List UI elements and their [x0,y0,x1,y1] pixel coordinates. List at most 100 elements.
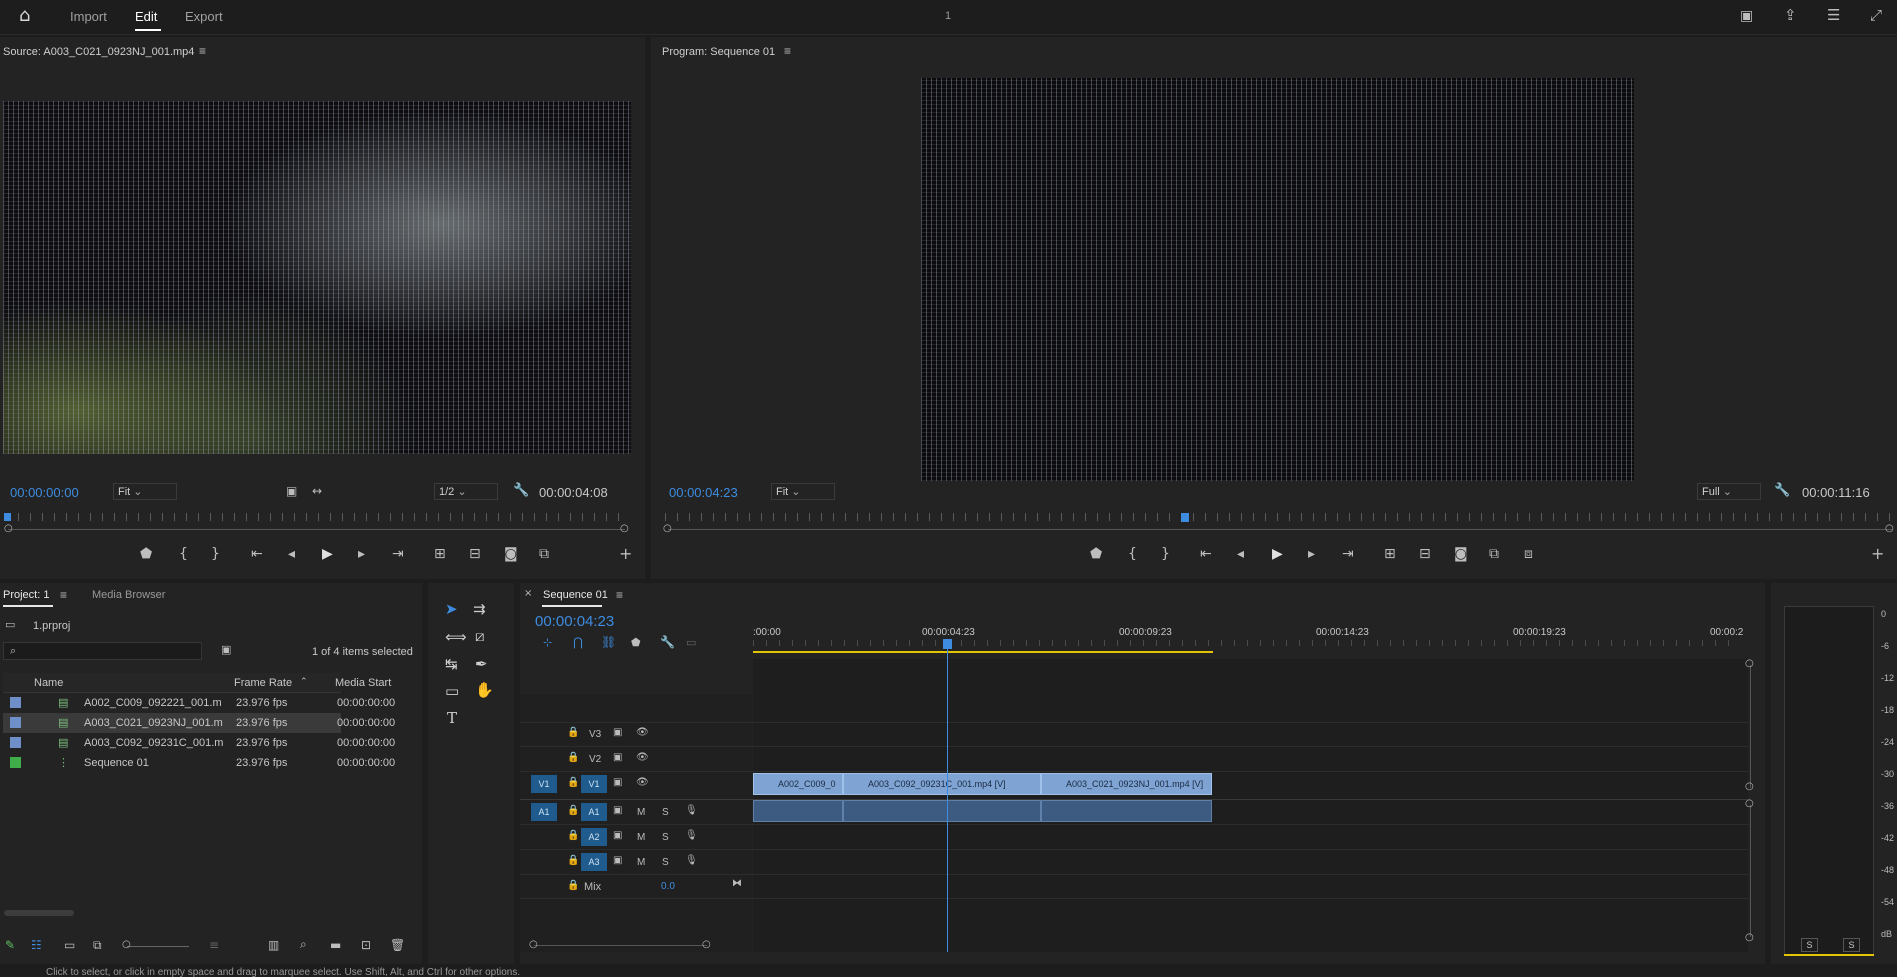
work-area-bar[interactable] [753,651,1213,653]
program-play-icon[interactable]: ▶ [1272,547,1283,561]
list-item[interactable]: ▤ A002_C009_092221_001.m 23.976 fps 00:0… [3,693,395,713]
list-item-selected[interactable]: ▤ A003_C021_0923NJ_001.m 23.976 fps 00:0… [3,713,395,733]
new-item-icon[interactable]: ⊡ [361,939,371,951]
sort-icons-icon[interactable]: ≡ [209,939,219,951]
source-timecode-in[interactable]: 00:00:00:00 [10,485,79,500]
drag-video-icon[interactable]: ↔ [312,485,322,497]
source-monitor-title[interactable]: Source: A003_C021_0923NJ_001.mp4 [3,46,194,58]
microphone-icon[interactable]: 🎙 [685,806,698,816]
program-time-ruler[interactable] [665,513,1890,521]
captions-icon[interactable]: ▭ [686,637,696,648]
mix-value[interactable]: 0.0 [661,881,675,892]
microphone-icon[interactable]: 🎙 [685,856,698,866]
tab-export[interactable]: Export [185,9,223,24]
go-to-out-icon[interactable]: ⇥ [392,547,404,561]
hand-tool-icon[interactable]: ✋ [475,681,494,699]
source-panel-menu-icon[interactable]: ≡ [199,44,206,58]
sync-lock-icon[interactable]: ▣ [613,831,622,841]
source-zoom-bar[interactable] [8,529,625,530]
lift-icon[interactable]: ⊞ [1384,547,1396,561]
find-icon[interactable]: ⌕ [300,938,307,950]
step-forward-icon[interactable]: ▸ [358,547,365,561]
share-icon[interactable]: ⇪ [1784,8,1797,23]
track-target-a2[interactable]: A2 [581,828,607,846]
freeform-view-icon[interactable]: ⧉ [93,939,102,951]
pencil-icon[interactable]: ✎ [5,939,15,951]
list-item[interactable]: ▤ A003_C092_09231C_001.m 23.976 fps 00:0… [3,733,395,753]
timeline-vertical-scrollbar-video[interactable] [1750,665,1751,788]
program-settings-wrench-icon[interactable]: 🔧 [1774,484,1790,497]
linked-selection-icon[interactable]: ⛓ [601,636,616,648]
snap-icon[interactable]: ⋂ [573,636,583,648]
automate-to-sequence-icon[interactable]: ▥ [268,939,279,951]
trash-icon[interactable]: 🗑 [390,939,405,951]
project-panel-menu-icon[interactable]: ≡ [60,588,67,602]
program-go-to-in-icon[interactable]: ⇤ [1200,547,1212,561]
type-tool-icon[interactable]: T [447,709,457,727]
program-go-to-out-icon[interactable]: ⇥ [1342,547,1354,561]
video-clip[interactable]: A003_C021_0923NJ_001.mp4 [V] [1041,773,1212,795]
step-back-icon[interactable]: ◂ [288,547,295,561]
program-add-marker-icon[interactable]: ⬟ [1090,547,1102,561]
list-item[interactable]: ⋮ Sequence 01 23.976 fps 00:00:00:00 [3,753,395,773]
track-target-a1[interactable]: A1 [581,803,607,821]
new-search-bin-icon[interactable]: ▣ [221,644,231,655]
project-horizontal-scrollbar[interactable] [4,910,74,916]
insert-icon[interactable]: ⊞ [434,547,446,561]
extract-icon[interactable]: ⊟ [1419,547,1431,561]
program-zoom-handle-right[interactable]: ○ [1885,524,1894,534]
source-zoom-handle-right[interactable]: ○ [620,524,629,534]
column-header-frame-rate[interactable]: Frame Rate [234,677,292,689]
compare-icon[interactable]: ⧉ [539,547,549,561]
sync-lock-icon[interactable]: ▣ [613,753,622,763]
zoom-slider[interactable] [127,946,189,947]
label-color-swatch[interactable] [10,757,21,768]
overwrite-icon[interactable]: ⊟ [469,547,481,561]
time-ruler-ticks[interactable] [753,640,1741,646]
program-add-button-icon[interactable]: + [1871,546,1884,562]
label-color-swatch[interactable] [10,697,21,708]
lock-icon[interactable]: 🔒 [567,881,579,891]
column-header-name[interactable]: Name [34,677,63,689]
tab-edit[interactable]: Edit [135,9,157,24]
source-patch-v1[interactable]: V1 [531,775,557,793]
timeline-playhead-line[interactable] [947,648,948,952]
add-button-icon[interactable]: + [619,546,632,562]
ripple-edit-tool-icon[interactable]: ⟺ [445,628,467,646]
list-view-icon[interactable]: ☷ [31,939,42,951]
sync-lock-icon[interactable]: ▣ [613,806,622,816]
tab-project[interactable]: Project: 1 [3,589,49,601]
source-fit-dropdown[interactable]: Fit [113,483,177,500]
video-clip[interactable]: A003_C092_09231C_001.mp4 [V] [843,773,1041,795]
source-resolution-dropdown[interactable]: 1/2 [434,483,498,500]
vscroll-handle-mid[interactable]: ○ [1745,782,1754,792]
source-zoom-handle-left[interactable]: ○ [4,524,13,534]
track-target-v1[interactable]: V1 [581,775,607,793]
track-target-a3[interactable]: A3 [581,853,607,871]
zoom-slider-handle[interactable]: ○ [122,940,131,950]
label-color-swatch[interactable] [10,717,21,728]
solo-left-button[interactable]: S [1801,938,1818,952]
lock-icon[interactable]: 🔒 [567,806,579,816]
video-clip[interactable]: A002_C009_0 [753,773,843,795]
mute-button[interactable]: M [637,832,645,843]
column-header-media-start[interactable]: Media Start [335,677,391,689]
source-patch-a1[interactable]: A1 [531,803,557,821]
sync-lock-icon[interactable]: ▣ [613,778,622,788]
microphone-icon[interactable]: 🎙 [685,831,698,841]
pen-tool-icon[interactable]: ✒ [475,655,488,673]
vscroll-handle-audio-bottom[interactable]: ○ [1745,933,1754,943]
eye-icon[interactable]: 👁 [636,778,649,788]
rectangle-tool-icon[interactable]: ▭ [445,682,459,700]
fullscreen-icon[interactable]: ⤢ [1870,8,1882,23]
nest-icon[interactable]: ⊹ [543,637,552,648]
new-bin-icon[interactable]: ▬ [330,939,341,951]
add-marker-icon[interactable]: ⬟ [140,547,152,561]
icon-view-icon[interactable]: ▭ [64,939,75,951]
vscroll-handle-audio-top[interactable]: ○ [1745,799,1754,809]
label-color-swatch[interactable] [10,737,21,748]
track-select-tool-icon[interactable]: ⇉ [473,600,486,618]
program-monitor-title[interactable]: Program: Sequence 01 [662,46,775,58]
add-marker-timeline-icon[interactable]: ⬟ [631,637,641,648]
play-icon[interactable]: ▶ [322,547,333,561]
